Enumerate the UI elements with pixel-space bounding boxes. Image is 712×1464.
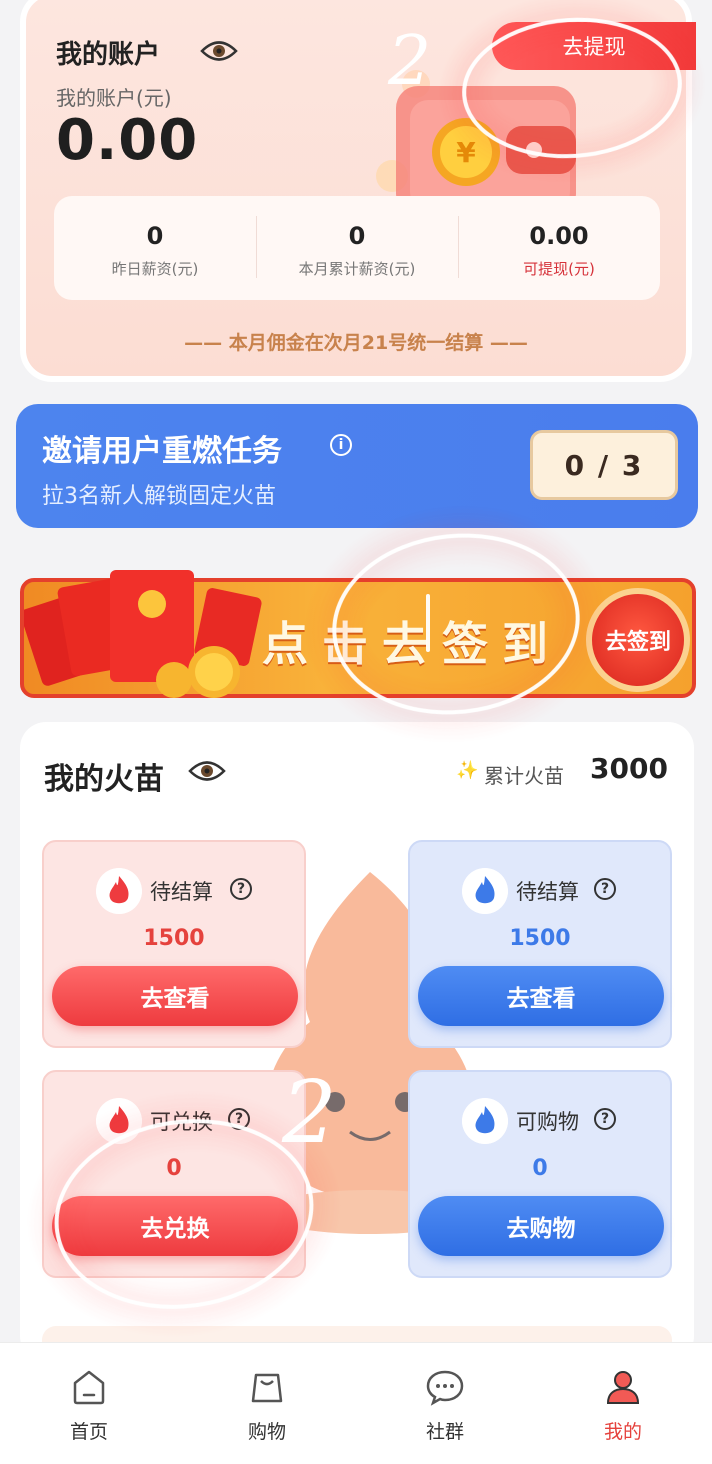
tile-value: 1500 <box>509 926 571 951</box>
chat-icon <box>426 1370 464 1406</box>
stat-label: 昨日薪资(元) <box>111 260 199 278</box>
stat-value: 0 <box>348 222 366 250</box>
tile-label: 待结算 <box>150 880 213 904</box>
nav-label: 我的 <box>603 1421 642 1443</box>
bottom-nav: 首页 购物 社群 我的 <box>0 1342 712 1464</box>
shopping-bag-icon <box>251 1373 283 1403</box>
sprout-title: 我的火苗 <box>44 762 164 797</box>
nav-label: 购物 <box>247 1421 286 1443</box>
account-title: 我的账户 <box>56 40 161 70</box>
exchange-button[interactable]: 去兑换 <box>52 1196 298 1256</box>
tile-label: 可兑换 <box>150 1110 213 1134</box>
nav-item-home[interactable]: 首页 <box>0 1343 178 1464</box>
question-icon[interactable]: ? <box>594 1108 616 1130</box>
svg-text:¥: ¥ <box>456 136 476 169</box>
signin-button[interactable]: 去签到 <box>586 588 690 692</box>
user-icon <box>606 1371 640 1404</box>
invite-subtitle: 拉3名新人解锁固定火苗 <box>42 484 276 509</box>
earnings-stats: 0 昨日薪资(元) 0 本月累计薪资(元) 0.00 可提现(元) <box>54 196 660 300</box>
flame-icon <box>96 868 142 914</box>
shop-button[interactable]: 去购物 <box>418 1196 664 1256</box>
tile-pending-blue: 待结算 ? 1500 去查看 <box>408 840 672 1048</box>
tile-shopping: 可购物 ? 0 去购物 <box>408 1070 672 1278</box>
stat-withdrawable[interactable]: 0.00 可提现(元) <box>458 196 660 300</box>
sprout-card: 我的火苗 ✨ 累计火苗 3000 待结算 ? 1500 去查看 待结算 ? 15… <box>20 722 694 1366</box>
stat-value: 0.00 <box>529 222 589 250</box>
account-card: 我的账户 我的账户(元) 0.00 ¥ 去提现 0 昨日薪资(元) 0 本月累计… <box>20 0 696 382</box>
signin-banner-text: 点击去签到 <box>262 617 562 671</box>
tile-exchangeable: 可兑换 ? 0 去兑换 <box>42 1070 306 1278</box>
stat-label: 本月累计薪资(元) <box>298 260 416 278</box>
withdraw-button[interactable]: 去提现 <box>492 22 696 70</box>
tile-pending-red: 待结算 ? 1500 去查看 <box>42 840 306 1048</box>
tile-value: 0 <box>166 1156 182 1181</box>
stat-label: 可提现(元) <box>523 260 595 278</box>
total-sprout-label: 累计火苗 <box>484 764 564 788</box>
view-button[interactable]: 去查看 <box>418 966 664 1026</box>
view-button[interactable]: 去查看 <box>52 966 298 1026</box>
stat-month-total: 0 本月累计薪资(元) <box>256 196 458 300</box>
tile-value: 0 <box>532 1156 548 1181</box>
signin-banner[interactable]: 点击去签到 去签到 <box>20 560 696 710</box>
invite-task-banner[interactable]: 邀请用户重燃任务 i 拉3名新人解锁固定火苗 0 / 3 <box>16 404 698 528</box>
flame-icon <box>96 1098 142 1144</box>
nav-label: 社群 <box>425 1421 464 1443</box>
account-subtitle: 我的账户(元) <box>56 86 172 110</box>
question-icon[interactable]: ? <box>594 878 616 900</box>
tile-value: 1500 <box>143 926 205 951</box>
home-icon <box>73 1370 105 1405</box>
blue-flame-icon <box>462 868 508 914</box>
total-sprout-value: 3000 <box>590 752 668 785</box>
nav-item-community[interactable]: 社群 <box>356 1343 534 1464</box>
nav-item-shopping[interactable]: 购物 <box>178 1343 356 1464</box>
info-icon[interactable]: i <box>330 434 352 456</box>
settlement-note: —— 本月佣金在次月21号统一结算 —— <box>184 332 528 354</box>
sparkle-icon: ✨ <box>456 760 479 781</box>
red-envelope-icon <box>24 570 262 698</box>
stat-value: 0 <box>146 222 164 250</box>
invite-title: 邀请用户重燃任务 <box>42 434 282 469</box>
tile-label: 待结算 <box>516 880 579 904</box>
question-icon[interactable]: ? <box>228 1108 250 1130</box>
eye-icon[interactable] <box>188 758 226 784</box>
nav-item-mine[interactable]: 我的 <box>534 1343 712 1464</box>
stat-yesterday: 0 昨日薪资(元) <box>54 196 256 300</box>
account-balance: 0.00 <box>56 108 199 173</box>
question-icon[interactable]: ? <box>230 878 252 900</box>
tile-label: 可购物 <box>516 1110 579 1134</box>
invite-progress: 0 / 3 <box>530 430 678 500</box>
eye-icon[interactable] <box>200 38 238 64</box>
blue-flame-icon <box>462 1098 508 1144</box>
nav-label: 首页 <box>69 1421 108 1443</box>
